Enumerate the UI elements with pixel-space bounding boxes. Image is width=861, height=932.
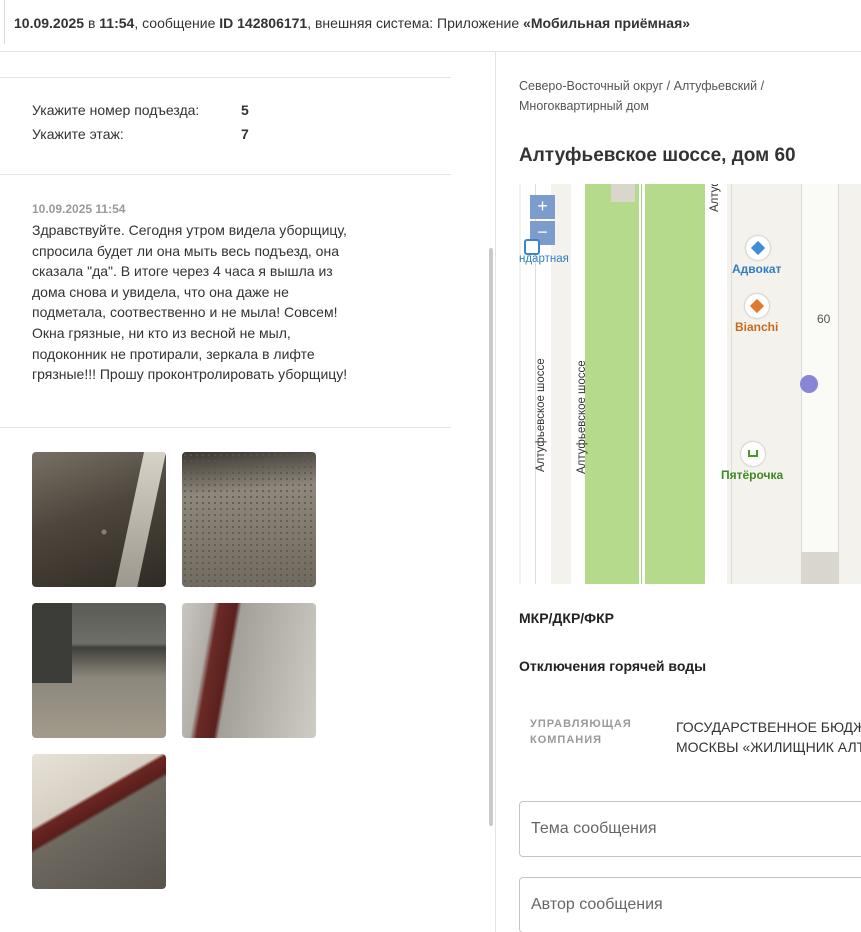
field-entrance: Укажите номер подъезда: 5 — [32, 102, 249, 118]
photo-thumbnail-3[interactable] — [32, 603, 166, 738]
building-60 — [801, 184, 839, 552]
zoom-in-button[interactable]: + — [530, 195, 555, 219]
message-header: 10.09.2025 в 11:54, сообщение ID 1428061… — [14, 15, 690, 31]
street-label: Алтуф — [709, 184, 721, 212]
partial-poi-label: ндартная — [519, 253, 569, 265]
header-edge-line — [4, 0, 5, 44]
address-title: Алтуфьевское шоссе, дом 60 — [519, 145, 796, 166]
green-strip — [645, 184, 705, 584]
green-strip — [585, 184, 640, 584]
company-line-2: МОСКВЫ «ЖИЛИЩНИК АЛТУ — [676, 739, 861, 755]
shop-cart-poi-icon[interactable] — [741, 442, 765, 466]
road-line — [731, 184, 732, 584]
field-label: Укажите номер подъезда: — [32, 102, 200, 118]
lawyer-poi-icon[interactable] — [746, 236, 770, 260]
message-prefix: , сообщение — [134, 15, 220, 31]
scrollbar-thumb[interactable] — [489, 248, 493, 826]
road — [705, 184, 727, 584]
message-id: ID 142806171 — [219, 15, 308, 31]
poi-label: Адвокат — [732, 262, 782, 276]
building-part — [801, 552, 839, 584]
company-line-1: ГОСУДАРСТВЕННОЕ БЮДЖЕ — [676, 719, 861, 735]
message-header-bar: 10.09.2025 в 11:54, сообщение ID 1428061… — [0, 0, 861, 52]
field-label: Укажите этаж: — [32, 126, 124, 142]
location-marker-icon[interactable] — [800, 375, 818, 393]
mkr-section-link[interactable]: МКР/ДКР/ФКР — [519, 610, 614, 626]
divider — [0, 174, 451, 175]
map[interactable]: Алтуфьевское шоссе Алтуфьевское шоссе Ал… — [519, 184, 861, 584]
photo-thumbnail-1[interactable] — [32, 452, 166, 587]
message-details-panel: Укажите номер подъезда: 5 Укажите этаж: … — [0, 52, 495, 932]
location-panel: Северо-Восточный округ / Алтуфьевский / … — [496, 52, 861, 932]
breadcrumb: Северо-Восточный округ / Алтуфьевский / … — [519, 79, 765, 113]
message-date: 10.09.2025 — [14, 15, 85, 31]
photo-thumbnail-2[interactable] — [182, 452, 316, 587]
field-value: 7 — [241, 126, 249, 142]
photo-thumbnail-5[interactable] — [32, 754, 166, 889]
house-number: 60 — [817, 312, 831, 326]
author-input[interactable] — [519, 877, 861, 932]
building-part — [611, 184, 635, 202]
poi-label: Bianchi — [735, 320, 779, 334]
message-time: 11:54 — [99, 15, 135, 31]
street-label: Алтуфьевское шоссе — [576, 360, 588, 474]
bianchi-poi-icon[interactable] — [745, 294, 769, 318]
message-text: Здравствуйте. Сегодня утром видела уборщ… — [32, 222, 348, 383]
in-word: в — [84, 15, 100, 31]
management-company-name: ГОСУДАРСТВЕННОЕ БЮДЖЕ МОСКВЫ «ЖИЛИЩНИК А… — [676, 717, 861, 757]
poi-label: Пятёрочка — [721, 468, 784, 482]
management-company-label: УПРАВЛЯЮЩАЯ КОМПАНИЯ — [530, 718, 632, 746]
system-prefix: , внешняя система: Приложение — [307, 15, 524, 31]
divider — [0, 427, 451, 428]
message-timestamp: 10.09.2025 11:54 — [32, 202, 126, 216]
field-value: 5 — [241, 102, 249, 118]
photo-thumbnail-4[interactable] — [182, 603, 316, 738]
field-floor: Укажите этаж: 7 — [32, 126, 249, 142]
divider — [0, 77, 451, 78]
subject-input[interactable] — [519, 801, 861, 857]
street-label: Алтуфьевское шоссе — [535, 358, 547, 472]
hot-water-section-link[interactable]: Отключения горячей воды — [519, 658, 706, 674]
system-name: «Мобильная приёмная» — [523, 15, 691, 31]
road-line — [641, 184, 642, 584]
